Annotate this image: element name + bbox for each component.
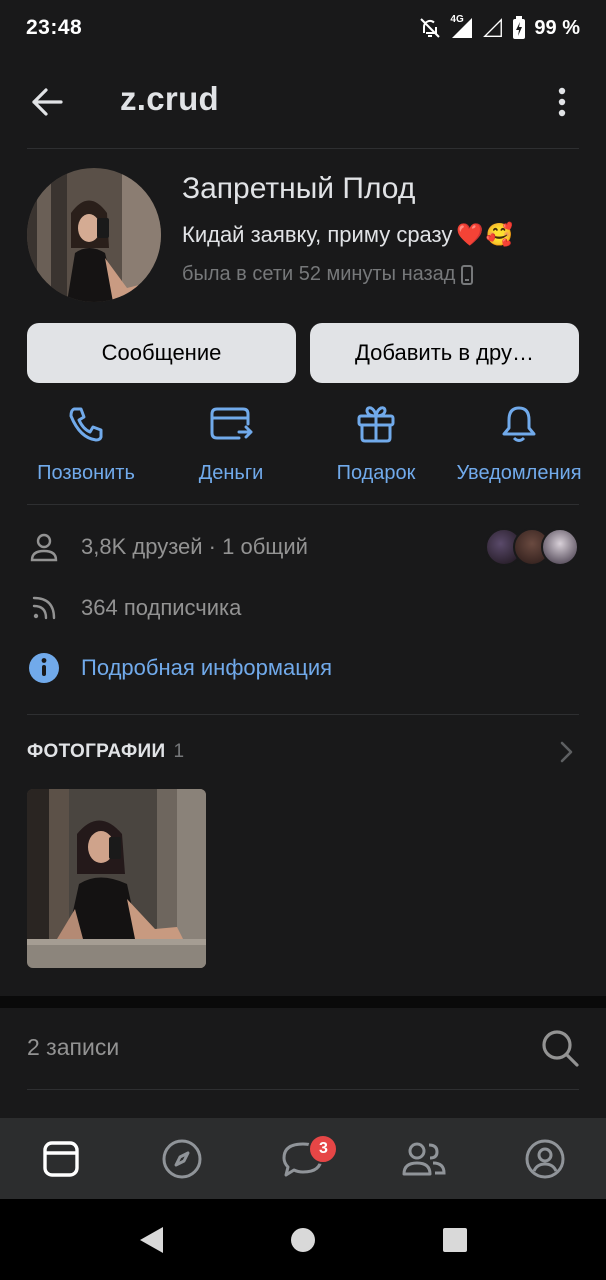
posts-title: 2 записи bbox=[27, 1034, 120, 1060]
call-label: Позвонить bbox=[37, 462, 135, 484]
battery-percent: 99 % bbox=[534, 16, 580, 39]
phone-call-icon bbox=[64, 402, 108, 446]
call-action[interactable]: Позвонить bbox=[16, 402, 156, 485]
triangle-back-icon bbox=[140, 1227, 163, 1253]
more-button[interactable] bbox=[540, 82, 584, 122]
news-tab-icon bbox=[42, 1140, 79, 1177]
search-icon bbox=[542, 1030, 579, 1067]
tab-messages[interactable]: 3 bbox=[242, 1118, 363, 1199]
header-divider bbox=[27, 148, 579, 149]
signal-empty-icon bbox=[482, 17, 504, 39]
smiling-hearts-emoji: 🥰 bbox=[485, 222, 514, 247]
followers-row[interactable]: 364 подписчика bbox=[27, 586, 579, 630]
messages-badge: 3 bbox=[308, 1134, 339, 1164]
money-action[interactable]: Деньги bbox=[161, 402, 301, 485]
arrow-left-icon bbox=[32, 88, 63, 116]
heart-emoji: ❤️ bbox=[456, 222, 484, 247]
gift-label: Подарок bbox=[336, 462, 416, 484]
message-button[interactable]: Сообщение bbox=[27, 323, 296, 383]
back-button[interactable] bbox=[22, 82, 72, 122]
system-home-button[interactable] bbox=[286, 1223, 320, 1257]
rss-icon bbox=[27, 591, 61, 625]
photos-count: 1 bbox=[173, 741, 185, 762]
bottom-tab-bar: 3 bbox=[0, 1118, 606, 1199]
posts-divider bbox=[27, 1089, 579, 1090]
section-separator bbox=[0, 996, 606, 1008]
friends-row[interactable]: 3,8K друзей · 1 общий bbox=[27, 525, 579, 569]
battery-charging-icon bbox=[512, 16, 526, 40]
system-navigation-bar bbox=[0, 1199, 606, 1280]
online-status: была в сети 52 минуты назад bbox=[182, 263, 474, 286]
tab-news[interactable] bbox=[0, 1118, 121, 1199]
notifications-label: Уведомления bbox=[456, 462, 582, 484]
profile-status: Кидай заявку, приму сразу ❤️ 🥰 bbox=[182, 222, 513, 248]
page-title: z.crud bbox=[120, 80, 219, 117]
photo-thumbnail[interactable] bbox=[27, 789, 206, 968]
profile-icon bbox=[525, 1139, 565, 1178]
followers-count: 364 подписчика bbox=[81, 595, 242, 620]
money-transfer-icon bbox=[209, 402, 253, 446]
tab-profile[interactable] bbox=[485, 1118, 606, 1199]
money-label: Деньги bbox=[198, 462, 264, 484]
add-friend-button[interactable]: Добавить в дру… bbox=[310, 323, 579, 383]
photos-section-title[interactable]: ФОТОГРАФИИ 1 bbox=[27, 741, 184, 763]
more-vertical-icon bbox=[558, 87, 566, 117]
system-back-button[interactable] bbox=[134, 1223, 168, 1257]
tab-explore[interactable] bbox=[121, 1118, 242, 1199]
network-type: 4G bbox=[450, 14, 464, 25]
online-text: была в сети 52 минуты назад bbox=[182, 263, 456, 285]
system-recents-button[interactable] bbox=[438, 1223, 472, 1257]
gift-icon bbox=[354, 402, 398, 446]
notifications-action[interactable]: Уведомления bbox=[449, 402, 589, 485]
tab-friends[interactable] bbox=[364, 1118, 485, 1199]
photos-title: ФОТОГРАФИИ bbox=[27, 741, 166, 762]
status-time: 23:48 bbox=[26, 16, 83, 39]
info-icon bbox=[27, 651, 61, 685]
friends-icon bbox=[402, 1142, 446, 1175]
friends-count: 3,8K друзей · 1 общий bbox=[81, 534, 308, 559]
status-icons: 4G 99 % bbox=[418, 14, 580, 40]
square-recents-icon bbox=[443, 1228, 467, 1252]
details-row[interactable]: Подробная информация bbox=[27, 646, 579, 690]
status-bar: 23:48 4G 99 % bbox=[0, 0, 606, 56]
status-emoji: ❤️ 🥰 bbox=[456, 222, 513, 248]
actions-divider bbox=[27, 504, 579, 505]
phone-icon bbox=[461, 264, 474, 285]
explore-compass-icon bbox=[162, 1139, 202, 1178]
mutual-friends-avatars[interactable] bbox=[485, 528, 579, 566]
search-posts-button[interactable] bbox=[540, 1028, 580, 1068]
notifications-muted-icon bbox=[418, 16, 442, 40]
status-text: Кидай заявку, приму сразу bbox=[182, 222, 453, 247]
details-link: Подробная информация bbox=[81, 655, 333, 680]
profile-avatar[interactable] bbox=[27, 168, 161, 302]
circle-home-icon bbox=[291, 1228, 315, 1252]
chevron-right-icon[interactable] bbox=[554, 740, 578, 764]
info-divider bbox=[27, 714, 579, 715]
nav-bar: z.crud bbox=[0, 62, 606, 142]
user-icon bbox=[27, 530, 61, 564]
signal-4g-icon: 4G bbox=[450, 14, 474, 40]
gift-action[interactable]: Подарок bbox=[306, 402, 446, 485]
friend-avatar bbox=[541, 528, 579, 566]
profile-name: Запретный Плод bbox=[182, 172, 416, 205]
bell-icon bbox=[497, 402, 541, 446]
